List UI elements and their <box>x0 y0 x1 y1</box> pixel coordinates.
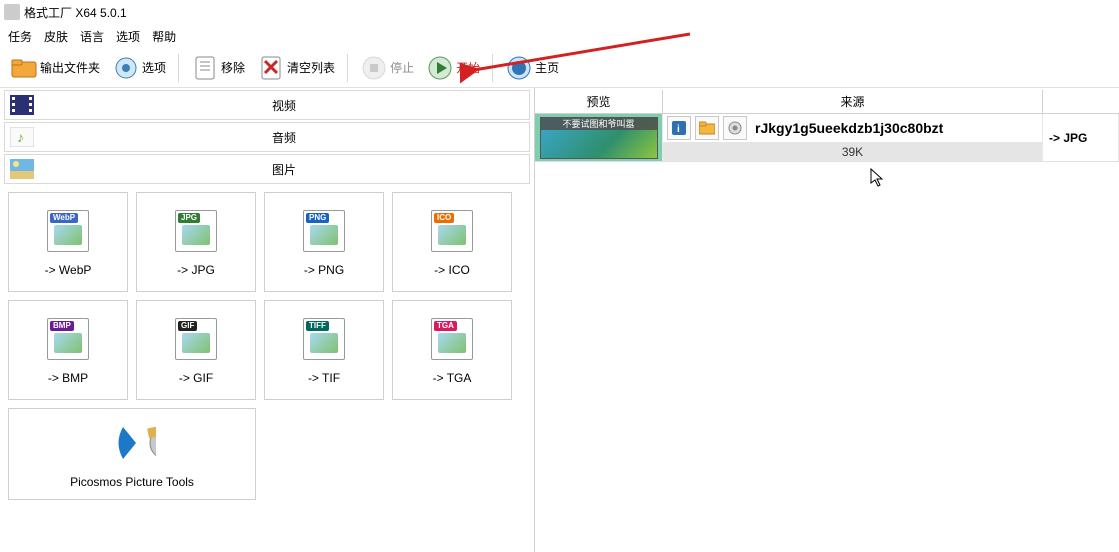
toolbar-home-label: 主页 <box>535 59 559 76</box>
toolbar-options[interactable]: 选项 <box>108 52 170 84</box>
picture-icon <box>9 158 35 180</box>
remove-icon <box>191 54 219 82</box>
preview-caption: 不要试图和爷叫嚣 <box>541 118 657 130</box>
toolbar-separator <box>492 54 493 82</box>
task-output-format: -> JPG <box>1043 114 1119 161</box>
format-png[interactable]: PNG -> PNG <box>264 192 384 292</box>
toolbar-options-label: 选项 <box>142 59 166 76</box>
ico-file-icon: ICO <box>428 207 476 255</box>
task-row[interactable]: 不要试图和爷叫嚣 i rJkgy1g5ueekdzb1j30c80bzt <box>535 114 1119 162</box>
folder-icon <box>10 54 38 82</box>
task-list-header: 预览 来源 <box>535 90 1119 114</box>
webp-file-icon: WebP <box>44 207 92 255</box>
toolbar-start-label: 开始 <box>456 59 480 76</box>
format-jpg[interactable]: JPG -> JPG <box>136 192 256 292</box>
category-audio-label: 音频 <box>39 129 529 146</box>
header-output[interactable] <box>1043 90 1119 113</box>
format-bmp[interactable]: BMP -> BMP <box>8 300 128 400</box>
toolbar-output-folder[interactable]: 输出文件夹 <box>6 52 104 84</box>
toolbar-remove-label: 移除 <box>221 59 245 76</box>
tif-file-icon: TIFF <box>300 315 348 363</box>
format-picosmos-label: Picosmos Picture Tools <box>70 475 194 489</box>
format-ico-label: -> ICO <box>434 263 470 277</box>
menu-language[interactable]: 语言 <box>80 28 104 45</box>
toolbar-stop-label: 停止 <box>390 59 414 76</box>
toolbar-stop: 停止 <box>356 52 418 84</box>
format-picosmos[interactable]: Picosmos Picture Tools <box>8 408 256 500</box>
menu-skin[interactable]: 皮肤 <box>44 28 68 45</box>
menu-options[interactable]: 选项 <box>116 28 140 45</box>
title-bar: 格式工厂 X64 5.0.1 <box>0 0 1119 24</box>
task-source: i rJkgy1g5ueekdzb1j30c80bzt 39K <box>663 114 1043 161</box>
bmp-file-icon: BMP <box>44 315 92 363</box>
settings-button[interactable] <box>723 116 747 140</box>
category-video-label: 视频 <box>39 97 529 114</box>
toolbar-clear-label: 清空列表 <box>287 59 335 76</box>
stop-icon <box>360 54 388 82</box>
format-tif[interactable]: TIFF -> TIF <box>264 300 384 400</box>
menu-bar: 任务 皮肤 语言 选项 帮助 <box>0 24 1119 48</box>
format-tif-label: -> TIF <box>308 371 340 385</box>
picosmos-icon <box>108 419 156 467</box>
gif-file-icon: GIF <box>172 315 220 363</box>
info-button[interactable]: i <box>667 116 691 140</box>
window-title: 格式工厂 X64 5.0.1 <box>24 4 127 21</box>
category-video[interactable]: 视频 <box>4 90 530 120</box>
format-gif-label: -> GIF <box>179 371 213 385</box>
png-file-icon: PNG <box>300 207 348 255</box>
format-webp-label: -> WebP <box>45 263 92 277</box>
toolbar-separator <box>178 54 179 82</box>
toolbar-output-label: 输出文件夹 <box>40 59 100 76</box>
header-preview[interactable]: 预览 <box>535 90 663 113</box>
toolbar-separator <box>347 54 348 82</box>
play-icon <box>426 54 454 82</box>
right-panel: 预览 来源 不要试图和爷叫嚣 i <box>535 88 1119 552</box>
clear-icon <box>257 54 285 82</box>
open-folder-button[interactable] <box>695 116 719 140</box>
main-area: 视频 ♪ 音频 图片 WebP -> WebP JPG <box>0 88 1119 552</box>
category-audio[interactable]: ♪ 音频 <box>4 122 530 152</box>
svg-text:♪: ♪ <box>17 129 24 145</box>
toolbar-home[interactable]: 主页 <box>501 52 563 84</box>
toolbar-clear[interactable]: 清空列表 <box>253 52 339 84</box>
format-tga-label: -> TGA <box>433 371 472 385</box>
menu-help[interactable]: 帮助 <box>152 28 176 45</box>
toolbar-start[interactable]: 开始 <box>422 52 484 84</box>
toolbar-remove[interactable]: 移除 <box>187 52 249 84</box>
format-tga[interactable]: TGA -> TGA <box>392 300 512 400</box>
task-filesize: 39K <box>663 142 1042 161</box>
gear-icon <box>112 54 140 82</box>
category-picture[interactable]: 图片 <box>4 154 530 184</box>
format-png-label: -> PNG <box>304 263 344 277</box>
category-picture-label: 图片 <box>39 161 529 178</box>
jpg-file-icon: JPG <box>172 207 220 255</box>
preview-thumbnail: 不要试图和爷叫嚣 <box>540 117 658 159</box>
format-grid: WebP -> WebP JPG -> JPG PNG -> PNG ICO <box>0 184 534 508</box>
task-preview: 不要试图和爷叫嚣 <box>535 114 663 161</box>
app-icon <box>4 4 20 20</box>
audio-icon: ♪ <box>9 126 35 148</box>
format-ico[interactable]: ICO -> ICO <box>392 192 512 292</box>
left-panel: 视频 ♪ 音频 图片 WebP -> WebP JPG <box>0 88 535 552</box>
toolbar: 输出文件夹 选项 移除 清空列表 停止 开始 主页 <box>0 48 1119 88</box>
menu-task[interactable]: 任务 <box>8 28 32 45</box>
task-filename: rJkgy1g5ueekdzb1j30c80bzt <box>755 120 943 136</box>
video-icon <box>9 94 35 116</box>
tga-file-icon: TGA <box>428 315 476 363</box>
svg-text:i: i <box>677 124 680 135</box>
format-webp[interactable]: WebP -> WebP <box>8 192 128 292</box>
format-jpg-label: -> JPG <box>177 263 215 277</box>
header-source[interactable]: 来源 <box>663 90 1043 113</box>
format-gif[interactable]: GIF -> GIF <box>136 300 256 400</box>
home-icon <box>505 54 533 82</box>
format-bmp-label: -> BMP <box>48 371 88 385</box>
